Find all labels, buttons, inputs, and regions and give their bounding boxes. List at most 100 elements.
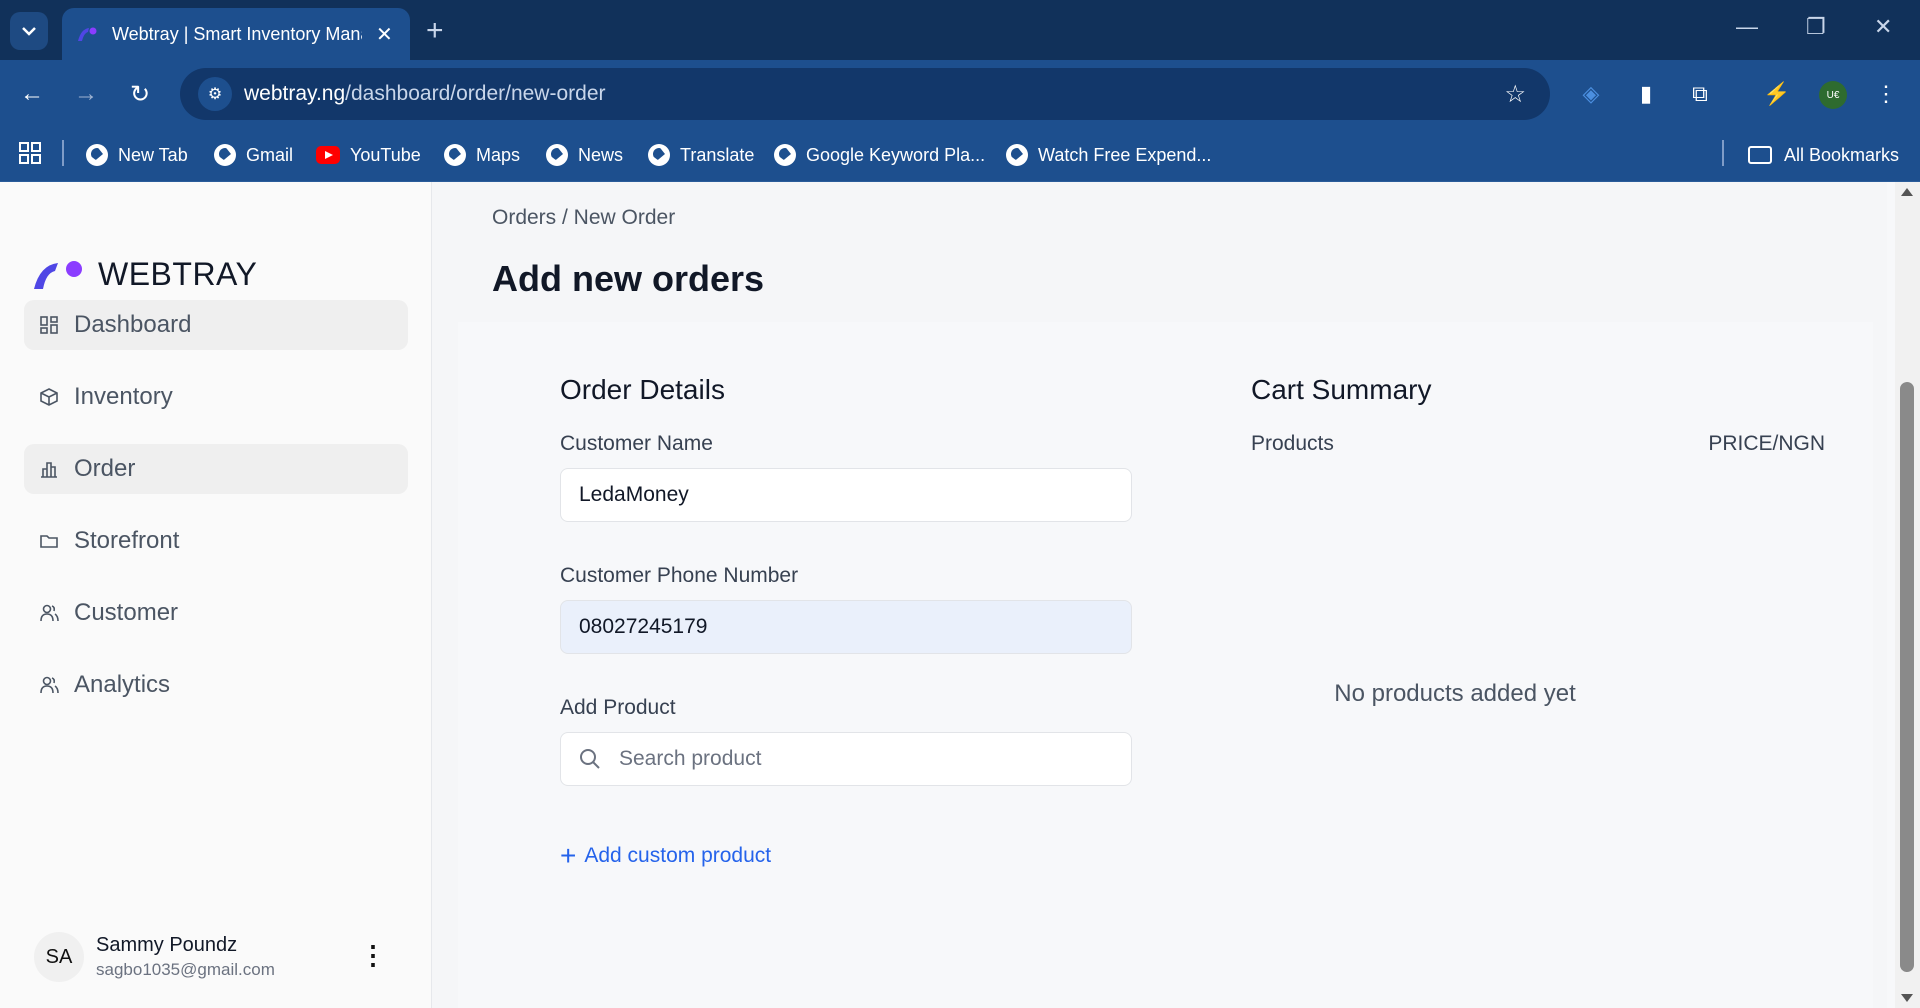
breadcrumb: Orders / New Order <box>492 206 676 229</box>
url-text: webtray.ng/dashboard/order/new-order <box>244 82 606 105</box>
customer-phone-value: 08027245179 <box>579 615 708 638</box>
sidebar-item-label: Storefront <box>74 527 180 554</box>
apps-grid-icon[interactable] <box>18 141 42 165</box>
sidebar-item-label: Customer <box>74 599 179 626</box>
sidebar-item-label: Order <box>74 455 136 482</box>
scroll-down-arrow-icon[interactable] <box>1901 994 1913 1002</box>
user-profile-card[interactable]: SA Sammy Poundz sagbo1035@gmail.com ⋮ <box>34 922 404 992</box>
order-details-heading: Order Details <box>560 374 725 405</box>
sidebar: WEBTRAY Dashboard Inventory Order Storef… <box>0 182 432 1008</box>
bookmark-new-tab[interactable]: New Tab <box>86 140 188 170</box>
add-product-label: Add Product <box>560 696 676 719</box>
chevron-down-icon <box>22 27 36 36</box>
chart-icon <box>38 458 60 480</box>
forward-icon[interactable]: → <box>70 78 102 110</box>
bookmark-translate[interactable]: Translate <box>648 140 754 170</box>
cart-summary-heading: Cart Summary <box>1251 374 1432 405</box>
user-name: Sammy Poundz <box>96 934 238 956</box>
back-icon[interactable]: ← <box>16 78 48 110</box>
page-title: Add new orders <box>492 258 765 299</box>
customer-phone-label: Customer Phone Number <box>560 564 799 587</box>
cart-products-column-header: Products <box>1251 432 1334 455</box>
globe-icon <box>546 144 568 166</box>
performance-icon[interactable]: ⚡ <box>1763 80 1791 108</box>
globe-icon <box>774 144 796 166</box>
tab-search-button[interactable] <box>10 12 48 50</box>
sidebar-item-analytics[interactable]: Analytics <box>24 660 408 710</box>
sidebar-item-storefront[interactable]: Storefront <box>24 516 408 566</box>
product-search-input[interactable]: Search product <box>560 732 1132 786</box>
bookmarks-bar: New Tab Gmail YouTube Maps News Translat… <box>0 128 1920 182</box>
globe-icon <box>648 144 670 166</box>
bookmarks-separator <box>1722 140 1724 166</box>
extensions-puzzle-icon[interactable]: ⧉ <box>1686 80 1714 108</box>
webtray-page: WEBTRAY Dashboard Inventory Order Storef… <box>0 182 1920 1008</box>
globe-icon <box>214 144 236 166</box>
bookmark-watch-free[interactable]: Watch Free Expend... <box>1006 140 1211 170</box>
browser-tab-strip: Webtray | Smart Inventory Management ✕ +… <box>0 0 1920 60</box>
browser-menu-icon[interactable]: ⋮ <box>1872 80 1900 108</box>
more-options-icon[interactable]: ⋮ <box>360 940 386 971</box>
globe-icon <box>86 144 108 166</box>
add-custom-product-button[interactable]: + Add custom product <box>560 842 771 870</box>
order-form-panel: Order Details Customer Name LedaMoney Cu… <box>458 322 1873 1008</box>
plus-icon: + <box>560 840 577 871</box>
bookmark-gmail[interactable]: Gmail <box>214 140 293 170</box>
customer-phone-input[interactable]: 08027245179 <box>560 600 1132 654</box>
bookmark-news[interactable]: News <box>546 140 623 170</box>
youtube-icon <box>316 146 340 164</box>
bookmark-youtube[interactable]: YouTube <box>316 140 421 170</box>
sidebar-item-order[interactable]: Order <box>24 444 408 494</box>
customer-name-value: LedaMoney <box>579 483 689 506</box>
brand-name: WEBTRAY <box>98 256 258 292</box>
webtray-logo[interactable]: WEBTRAY <box>32 256 257 293</box>
site-info-icon[interactable]: ⚙ <box>198 77 232 111</box>
profile-avatar[interactable]: U€ <box>1819 81 1847 109</box>
browser-tab-active[interactable]: Webtray | Smart Inventory Management ✕ <box>62 8 410 60</box>
close-window-icon[interactable]: ✕ <box>1874 14 1892 40</box>
globe-icon <box>1006 144 1028 166</box>
bookmark-maps[interactable]: Maps <box>444 140 520 170</box>
sidebar-item-label: Analytics <box>74 671 171 698</box>
cart-price-column-header: PRICE/NGN <box>1708 432 1825 455</box>
globe-icon <box>444 144 466 166</box>
bookmarks-separator <box>62 140 64 166</box>
add-custom-product-label: Add custom product <box>584 844 772 867</box>
bookmark-star-icon[interactable]: ☆ <box>1504 80 1526 109</box>
box-icon <box>38 386 60 408</box>
sidebar-item-label: Inventory <box>74 383 173 410</box>
new-tab-button[interactable]: + <box>426 14 444 48</box>
sidebar-item-label: Dashboard <box>74 311 192 338</box>
browser-toolbar: ← → ↻ ⚙ webtray.ng/dashboard/order/new-o… <box>0 60 1920 128</box>
users-icon <box>38 602 60 624</box>
cart-empty-message: No products added yet <box>1334 680 1576 707</box>
users-icon <box>38 674 60 696</box>
webtray-favicon-icon <box>76 25 98 43</box>
customer-name-label: Customer Name <box>560 432 713 455</box>
extension-clipboard-icon[interactable]: ▮ <box>1632 80 1660 108</box>
sidebar-item-dashboard[interactable]: Dashboard <box>24 300 408 350</box>
extension-flame-icon[interactable]: ◈ <box>1577 80 1605 108</box>
sidebar-item-customer[interactable]: Customer <box>24 588 408 638</box>
sidebar-item-inventory[interactable]: Inventory <box>24 372 408 422</box>
scroll-up-arrow-icon[interactable] <box>1901 188 1913 196</box>
user-email: sagbo1035@gmail.com <box>96 960 275 979</box>
page-scrollbar[interactable] <box>1895 182 1920 1008</box>
restore-icon[interactable]: ❐ <box>1806 14 1826 40</box>
minimize-icon[interactable]: — <box>1736 14 1758 40</box>
address-bar[interactable]: ⚙ webtray.ng/dashboard/order/new-order ☆ <box>180 68 1550 120</box>
avatar: SA <box>34 932 84 982</box>
folder-icon <box>1748 146 1772 164</box>
search-placeholder: Search product <box>619 747 762 770</box>
reload-icon[interactable]: ↻ <box>124 78 156 110</box>
bookmark-google-keyword-planner[interactable]: Google Keyword Pla... <box>774 140 985 170</box>
search-icon <box>580 749 600 769</box>
webtray-logo-icon <box>34 260 82 289</box>
grid-icon <box>38 314 60 336</box>
customer-name-input[interactable]: LedaMoney <box>560 468 1132 522</box>
all-bookmarks-button[interactable]: All Bookmarks <box>1748 140 1899 170</box>
tab-title: Webtray | Smart Inventory Management <box>112 23 362 44</box>
tab-close-icon[interactable]: ✕ <box>376 22 393 47</box>
folder-icon <box>38 530 60 552</box>
scrollbar-thumb[interactable] <box>1900 382 1914 972</box>
